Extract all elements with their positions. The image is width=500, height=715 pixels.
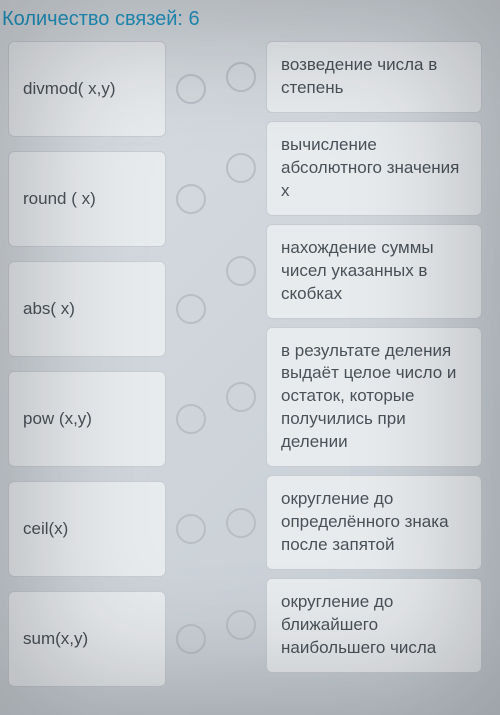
connector-left-0[interactable] — [176, 74, 206, 104]
function-box-round[interactable]: round ( x) — [8, 151, 166, 247]
left-item: pow (x,y) — [8, 371, 214, 467]
description-box-4[interactable]: округление до определённого знака после … — [266, 475, 482, 570]
description-label: округление до ближайшего наибольшего чис… — [281, 592, 436, 657]
description-box-5[interactable]: округление до ближайшего наибольшего чис… — [266, 578, 482, 673]
function-label: abs( x) — [23, 299, 75, 319]
left-item: round ( x) — [8, 151, 214, 247]
left-item: sum(x,y) — [8, 591, 214, 687]
function-label: sum(x,y) — [23, 629, 88, 649]
connector-right-0[interactable] — [226, 62, 256, 92]
connector-left-4[interactable] — [176, 514, 206, 544]
description-label: в результате деления выдаёт целое число … — [281, 341, 456, 452]
left-column: divmod( x,y) round ( x) abs( x) pow (x,y… — [8, 41, 214, 687]
connections-count-header: Количество связей: 6 — [0, 0, 500, 41]
connector-right-2[interactable] — [226, 256, 256, 286]
description-box-2[interactable]: нахождение суммы чисел указанных в скобк… — [266, 224, 482, 319]
matching-container: divmod( x,y) round ( x) abs( x) pow (x,y… — [0, 41, 500, 687]
function-box-abs[interactable]: abs( x) — [8, 261, 166, 357]
function-box-ceil[interactable]: ceil(x) — [8, 481, 166, 577]
right-item: округление до ближайшего наибольшего чис… — [226, 578, 482, 673]
function-box-sum[interactable]: sum(x,y) — [8, 591, 166, 687]
function-label: ceil(x) — [23, 519, 68, 539]
connector-left-5[interactable] — [176, 624, 206, 654]
left-item: ceil(x) — [8, 481, 214, 577]
left-item: abs( x) — [8, 261, 214, 357]
description-label: возведение числа в степень — [281, 55, 437, 97]
connector-right-4[interactable] — [226, 508, 256, 538]
description-box-3[interactable]: в результате деления выдаёт целое число … — [266, 327, 482, 468]
connector-right-5[interactable] — [226, 610, 256, 640]
description-box-1[interactable]: вычисление абсолютного значения x — [266, 121, 482, 216]
description-label: вычисление абсолютного значения x — [281, 135, 459, 200]
right-item: нахождение суммы чисел указанных в скобк… — [226, 224, 482, 319]
connector-left-3[interactable] — [176, 404, 206, 434]
function-label: pow (x,y) — [23, 409, 92, 429]
description-label: нахождение суммы чисел указанных в скобк… — [281, 238, 434, 303]
right-item: возведение числа в степень — [226, 41, 482, 113]
right-column: возведение числа в степень вычисление аб… — [226, 41, 482, 687]
right-item: вычисление абсолютного значения x — [226, 121, 482, 216]
function-box-pow[interactable]: pow (x,y) — [8, 371, 166, 467]
description-box-0[interactable]: возведение числа в степень — [266, 41, 482, 113]
right-item: округление до определённого знака после … — [226, 475, 482, 570]
connector-right-3[interactable] — [226, 382, 256, 412]
connector-left-2[interactable] — [176, 294, 206, 324]
left-item: divmod( x,y) — [8, 41, 214, 137]
connector-right-1[interactable] — [226, 153, 256, 183]
function-label: divmod( x,y) — [23, 79, 116, 99]
description-label: округление до определённого знака после … — [281, 489, 449, 554]
connector-left-1[interactable] — [176, 184, 206, 214]
right-item: в результате деления выдаёт целое число … — [226, 327, 482, 468]
function-box-divmod[interactable]: divmod( x,y) — [8, 41, 166, 137]
function-label: round ( x) — [23, 189, 96, 209]
